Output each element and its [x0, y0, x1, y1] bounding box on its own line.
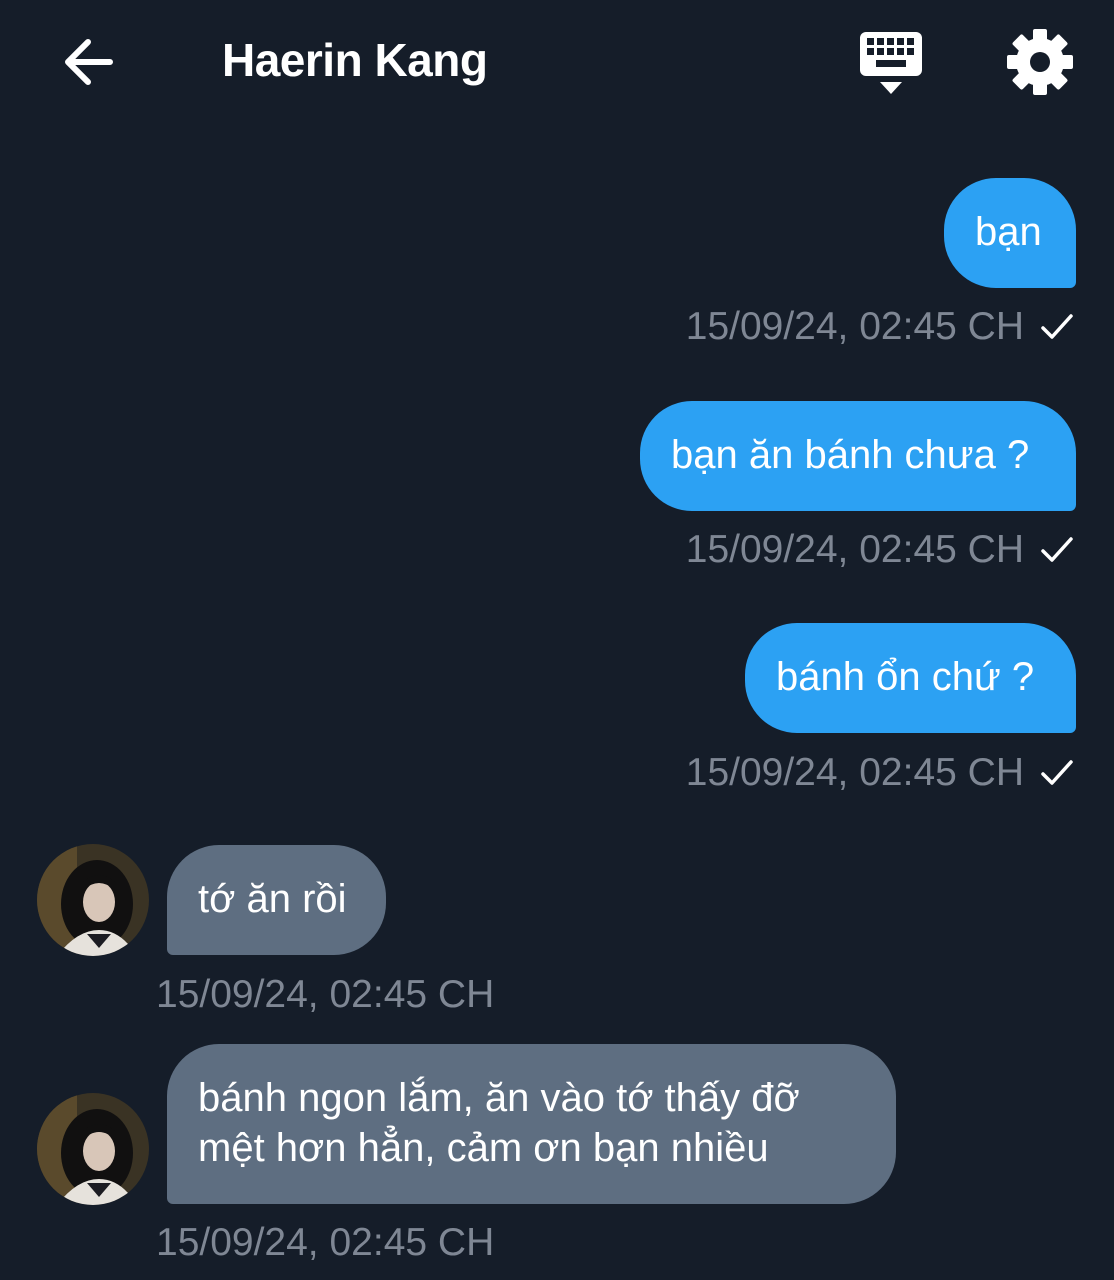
- message-text-line: mệt hơn hẳn, cảm ơn bạn nhiều: [198, 1126, 769, 1170]
- message-text: bạn: [975, 210, 1042, 254]
- contact-name: Haerin Kang: [222, 34, 488, 86]
- keyboard-icon: [860, 32, 922, 94]
- contact-avatar[interactable]: [37, 1093, 149, 1205]
- gear-icon: [1007, 29, 1073, 95]
- message-text: bạn ăn bánh chưa ?: [671, 433, 1030, 477]
- message-meta: 15/09/24, 02:45 CH: [686, 526, 1074, 574]
- message-text-line: bánh ngon lắm, ăn vào tớ thấy đỡ: [198, 1076, 800, 1120]
- outgoing-message-bubble[interactable]: bạn: [944, 178, 1076, 288]
- message-timestamp: 15/09/24, 02:45 CH: [685, 305, 1024, 348]
- message-meta: 15/09/24, 02:45 CH: [156, 1219, 494, 1267]
- check-icon: [1041, 314, 1073, 339]
- incoming-message-bubble[interactable]: tớ ăn rồi: [167, 845, 386, 955]
- back-button[interactable]: [56, 30, 120, 94]
- message-meta: 15/09/24, 02:45 CH: [686, 303, 1074, 351]
- arrow-left-icon: [65, 39, 113, 85]
- outgoing-message-bubble[interactable]: bạn ăn bánh chưa ?: [640, 401, 1076, 511]
- message-timestamp: 15/09/24, 02:45 CH: [156, 973, 495, 1016]
- message-text: tớ ăn rồi: [198, 877, 347, 921]
- contact-avatar[interactable]: [37, 844, 149, 956]
- outgoing-message-bubble[interactable]: bánh ổn chứ ?: [745, 623, 1076, 733]
- message-meta: 15/09/24, 02:45 CH: [686, 749, 1074, 797]
- incoming-message-bubble[interactable]: bánh ngon lắm, ăn vào tớ thấy đỡ mệt hơn…: [167, 1044, 896, 1204]
- message-timestamp: 15/09/24, 02:45 CH: [156, 1221, 495, 1264]
- check-icon: [1041, 537, 1073, 562]
- settings-button[interactable]: [1004, 26, 1076, 98]
- check-icon: [1041, 760, 1073, 785]
- message-timestamp: 15/09/24, 02:45 CH: [685, 528, 1024, 571]
- message-timestamp: 15/09/24, 02:45 CH: [685, 751, 1024, 794]
- message-text: bánh ổn chứ ?: [776, 655, 1035, 699]
- keyboard-toggle-button[interactable]: [854, 26, 930, 98]
- message-meta: 15/09/24, 02:45 CH: [156, 971, 494, 1019]
- chat-header: Haerin Kang: [0, 0, 1114, 130]
